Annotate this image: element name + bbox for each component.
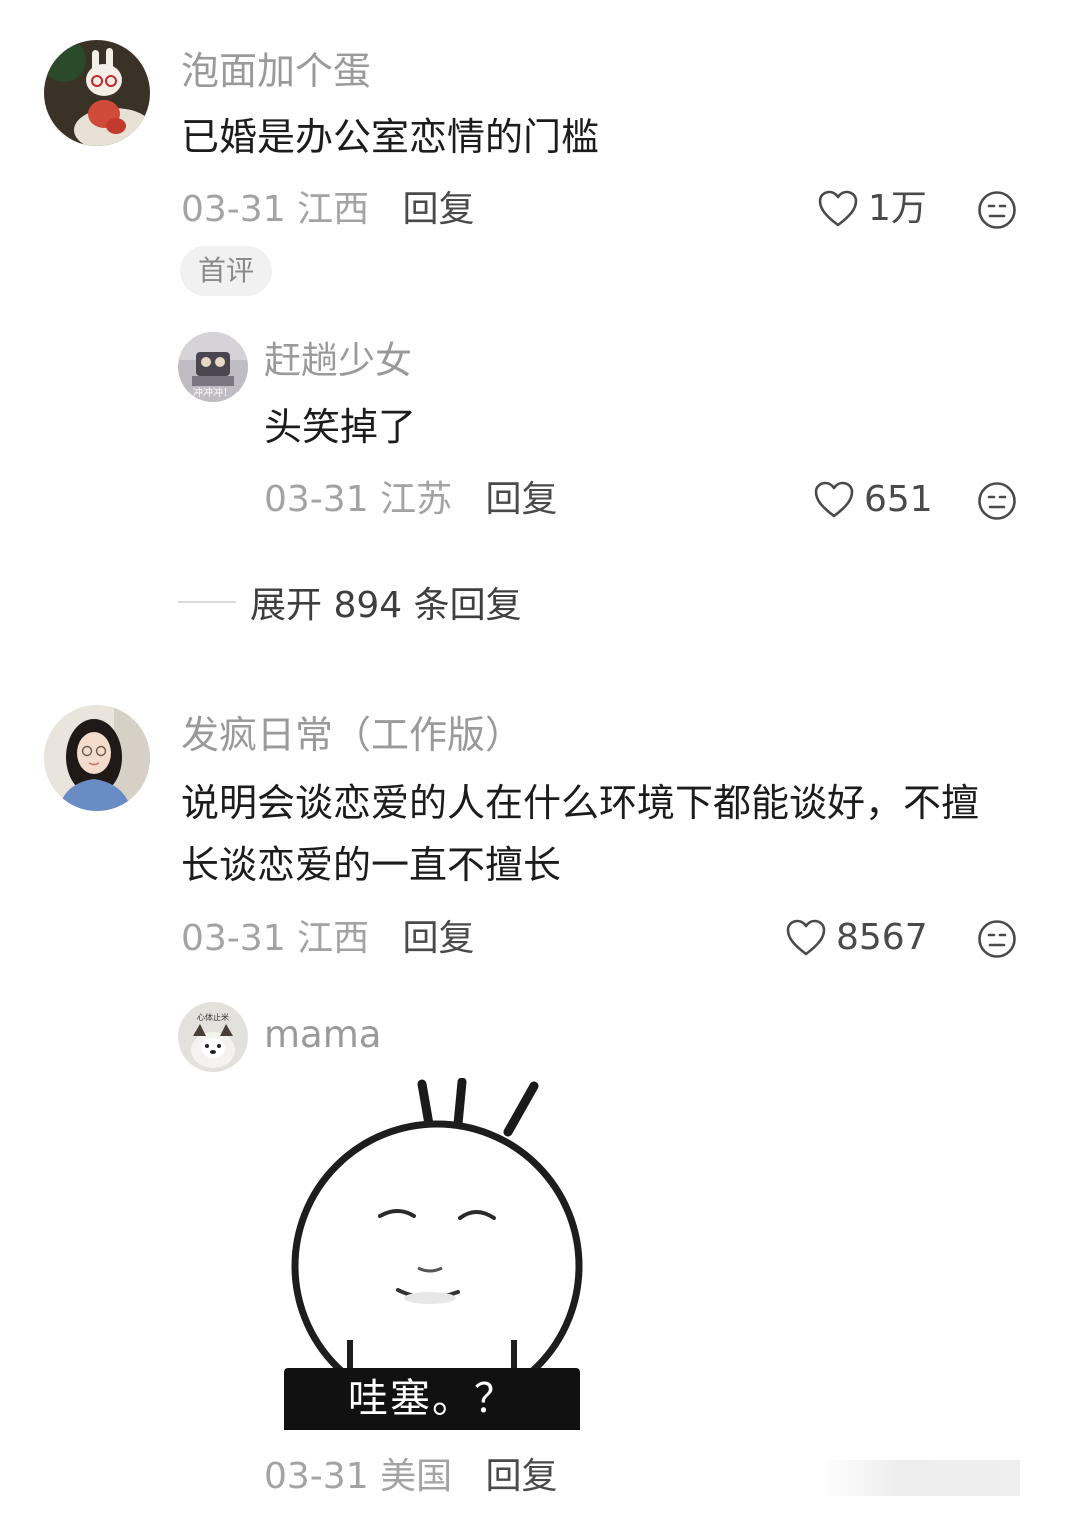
watermark-blur [820,1460,1020,1496]
like-count: 8567 [836,917,928,958]
reply-button[interactable]: 回复 [403,189,475,230]
comment-text-line-1: 说明会谈恋爱的人在什么环境下都能谈好，不擅 [181,781,980,825]
avatar[interactable]: 冲冲冲！ [178,332,248,402]
comment-text: 已婚是办公室恋情的门槛 [181,115,600,159]
username[interactable]: 赶趟少女 [264,342,412,379]
sticker-image[interactable]: 哇塞。？ [262,1078,602,1430]
comment-location: 江西 [297,189,370,230]
comment-text: 头笑掉了 [264,405,417,449]
username[interactable]: 泡面加个蛋 [181,52,371,90]
comment-date: 03-31 [264,479,369,520]
sticker-caption: 哇塞。？ [284,1368,580,1430]
avatar-text: 冲冲冲！ [193,386,233,399]
like-button[interactable]: 8567 [786,919,928,957]
avatar-text: 心体止米 [197,1012,229,1022]
like-button[interactable]: 1万 [818,190,927,228]
reply-button[interactable]: 回复 [486,1456,558,1497]
expand-replies-button[interactable]: 展开 894 条回复 [178,576,522,628]
comment-meta: 03-31 江西 回复 [181,192,475,228]
like-count: 1万 [868,188,927,229]
avatar[interactable]: 心体止米 [178,1002,248,1072]
heart-outline-icon [818,190,858,227]
comment-text-line-2: 长谈恋爱的一直不擅长 [181,843,562,887]
comment-meta: 03-31 美国 回复 [264,1459,558,1495]
first-comment-badge: 首评 [180,246,273,296]
avatar[interactable] [44,40,150,146]
comment-location: 江苏 [380,479,453,520]
reply-button[interactable]: 回复 [403,918,475,959]
dislike-face-icon[interactable] [977,481,1017,521]
divider-line [178,601,236,603]
comment-date: 03-31 [264,1456,369,1497]
comment-meta: 03-31 江西 回复 [181,921,475,957]
avatar[interactable] [44,705,150,811]
comment-date: 03-31 [181,918,286,959]
comment-location: 美国 [380,1456,453,1497]
heart-outline-icon [786,919,826,956]
comment-meta: 03-31 江苏 回复 [264,482,558,518]
reply-button[interactable]: 回复 [486,479,558,520]
dislike-face-icon[interactable] [977,919,1017,959]
comment-location: 江西 [297,918,370,959]
heart-outline-icon [814,481,854,518]
dislike-face-icon[interactable] [977,190,1017,230]
expand-label: 展开 894 条回复 [250,585,522,626]
like-count: 651 [864,479,933,520]
username[interactable]: mama [264,1016,381,1053]
comment-date: 03-31 [181,189,286,230]
username[interactable]: 发疯日常（工作版） [181,716,523,754]
like-button[interactable]: 651 [814,481,933,519]
